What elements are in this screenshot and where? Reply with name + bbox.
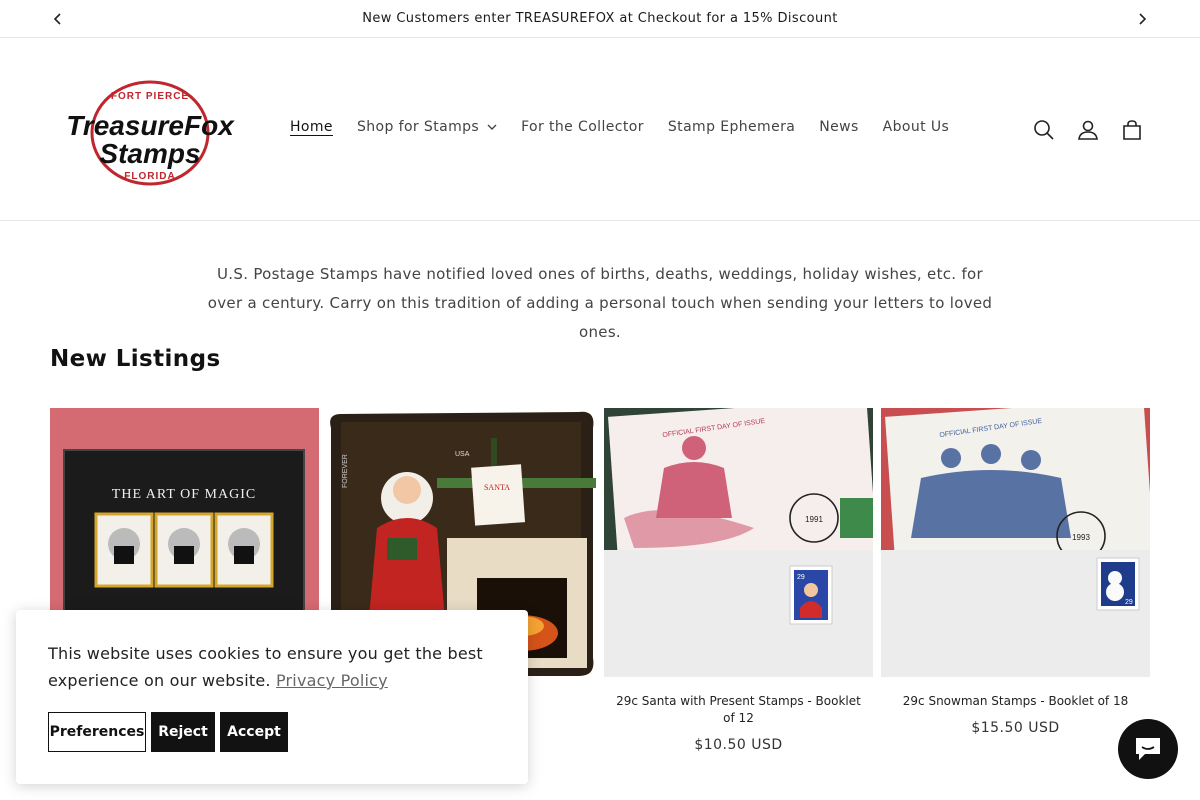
search-icon	[1034, 120, 1054, 140]
cookie-accept-button[interactable]: Accept	[220, 712, 288, 752]
chevron-right-icon	[1139, 13, 1147, 25]
svg-text:1991: 1991	[805, 515, 823, 524]
product-card: OFFICIAL FIRST DAY OF ISSUE 1991 29 29c …	[604, 408, 873, 753]
nav-item-label: News	[819, 119, 859, 135]
announcement-next-button[interactable]	[1124, 0, 1160, 38]
cookie-text: This website uses cookies to ensure you …	[48, 644, 483, 690]
svg-text:THE ART OF MAGIC: THE ART OF MAGIC	[112, 487, 256, 502]
cookie-message: This website uses cookies to ensure you …	[48, 640, 498, 694]
cookie-reject-button[interactable]: Reject	[151, 712, 215, 752]
svg-text:SANTA: SANTA	[484, 483, 510, 492]
nav-item-about-us[interactable]: About Us	[871, 115, 962, 139]
nav-item-label: Shop for Stamps	[356, 119, 480, 135]
intro-text: U.S. Postage Stamps have notified loved …	[207, 265, 993, 341]
cart-icon	[1123, 120, 1141, 140]
svg-text:TreasureFox: TreasureFox	[66, 110, 235, 141]
announcement-text: New Customers enter TREASUREFOX at Check…	[362, 11, 838, 26]
chat-button[interactable]	[1118, 719, 1178, 779]
nav-item-home[interactable]: Home	[278, 115, 345, 139]
chevron-down-icon	[487, 124, 497, 130]
nav-item-label: About Us	[882, 119, 950, 135]
svg-text:FLORIDA: FLORIDA	[124, 171, 175, 182]
site-header: FORT PIERCE TreasureFox Stamps FLORIDA H…	[0, 39, 1200, 221]
product-title[interactable]: 29c Snowman Stamps - Booklet of 18	[881, 693, 1150, 710]
product-price: $15.50 USD	[971, 720, 1060, 736]
chat-icon	[1136, 738, 1160, 760]
header-icons	[1022, 111, 1154, 149]
privacy-policy-link[interactable]: Privacy Policy	[276, 671, 388, 690]
product-price: $10.50 USD	[694, 737, 783, 753]
search-button[interactable]	[1022, 111, 1066, 149]
cookie-banner: This website uses cookies to ensure you …	[16, 610, 528, 784]
nav-item-label: Home	[290, 119, 333, 135]
product-image[interactable]: OFFICIAL FIRST DAY OF ISSUE 1993 29	[881, 408, 1150, 677]
nav-item-news[interactable]: News	[807, 115, 870, 139]
account-icon	[1078, 120, 1098, 140]
svg-text:FORT PIERCE: FORT PIERCE	[111, 91, 189, 102]
cart-button[interactable]	[1110, 111, 1154, 149]
product-title[interactable]: 29c Santa with Present Stamps - Booklet …	[604, 693, 873, 727]
chevron-left-icon	[53, 13, 61, 25]
svg-text:29: 29	[797, 574, 805, 581]
nav-item-shop-for-stamps[interactable]: Shop for Stamps	[345, 115, 509, 139]
product-image[interactable]: OFFICIAL FIRST DAY OF ISSUE 1991 29	[604, 408, 873, 677]
nav-item-stamp-ephemera[interactable]: Stamp Ephemera	[656, 115, 807, 139]
nav-item-label: For the Collector	[521, 119, 644, 135]
announcement-bar: New Customers enter TREASUREFOX at Check…	[0, 0, 1200, 38]
store-logo[interactable]: FORT PIERCE TreasureFox Stamps FLORIDA	[60, 79, 240, 187]
svg-text:USA: USA	[455, 451, 470, 458]
nav-item-for-the-collector[interactable]: For the Collector	[509, 115, 656, 139]
svg-text:1993: 1993	[1072, 533, 1090, 542]
cookie-preferences-button[interactable]: Preferences	[48, 712, 146, 752]
account-button[interactable]	[1066, 111, 1110, 149]
logo-image: FORT PIERCE TreasureFox Stamps FLORIDA	[66, 80, 235, 186]
main-nav: Home Shop for Stamps For the Collector S…	[278, 115, 961, 139]
svg-text:Stamps: Stamps	[99, 138, 200, 169]
nav-item-label: Stamp Ephemera	[667, 119, 796, 135]
svg-text:29: 29	[1125, 599, 1133, 606]
section-title: New Listings	[50, 346, 221, 372]
product-card: OFFICIAL FIRST DAY OF ISSUE 1993 29 29c …	[881, 408, 1150, 736]
svg-text:FOREVER: FOREVER	[342, 454, 349, 488]
announcement-prev-button[interactable]	[40, 0, 76, 38]
